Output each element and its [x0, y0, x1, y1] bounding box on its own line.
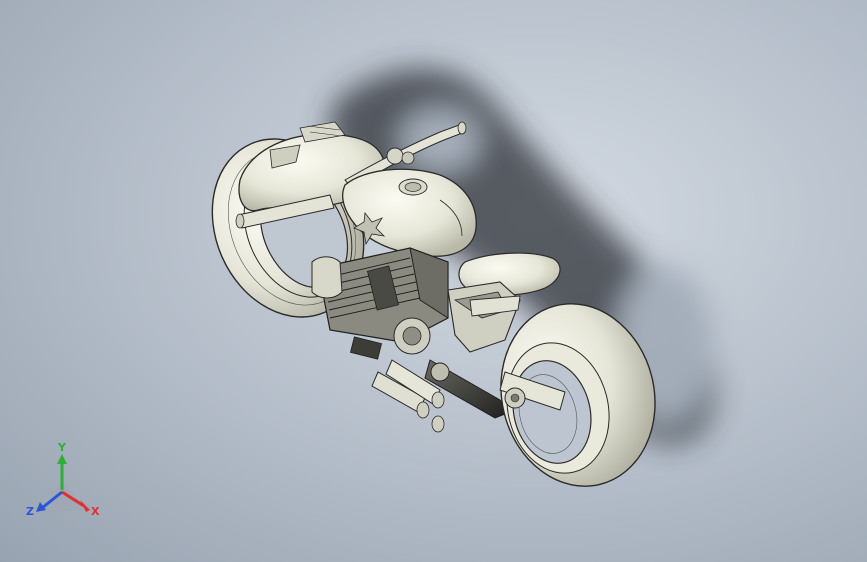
motorcycle-model[interactable]	[0, 0, 867, 562]
axis-triad	[36, 454, 90, 512]
triad-y-label: Y	[58, 441, 66, 454]
engine[interactable]	[311, 247, 449, 360]
graphics-viewport[interactable]: Y X Z	[0, 0, 867, 562]
triad-z-label: Z	[26, 505, 34, 518]
triad-x-label: X	[91, 505, 100, 518]
